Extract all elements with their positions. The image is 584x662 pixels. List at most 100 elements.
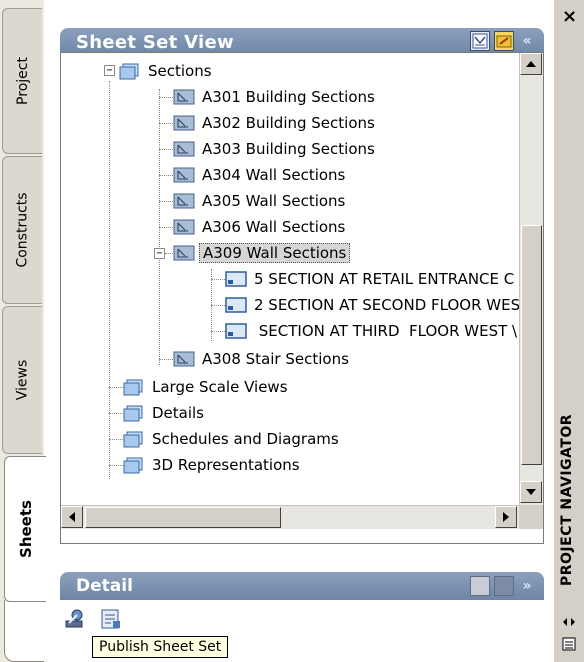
sheet-icon [173,193,195,209]
sections-expander[interactable]: − [104,65,115,76]
tree-node-label: A302 Building Sections [202,114,375,132]
detail-preview-toggle-icon[interactable] [494,576,514,596]
scroll-left-button[interactable] [61,506,83,528]
tree-node-group[interactable]: Large Scale Views [123,374,291,400]
tree-node-label: A303 Building Sections [202,140,375,158]
sheet-icon [173,219,195,235]
project-navigator-palette: Project Constructs Views Sheets Sheet Se… [0,0,584,662]
tree-node-sheet[interactable]: A308 Stair Sections [173,346,352,372]
tree-node-sheet[interactable]: A302 Building Sections [173,110,378,136]
scroll-right-button[interactable] [495,506,517,528]
publish-button[interactable] [60,604,90,634]
tree-node-label: Large Scale Views [152,378,288,396]
tree-node-label: A304 Wall Sections [202,166,346,184]
detail-view-toggle-icon[interactable] [470,576,490,596]
tree-node-label: A308 Stair Sections [202,350,349,368]
tree-connector [211,305,225,306]
arrow-up-icon [526,61,536,67]
tree-connector [109,465,123,466]
detail-header[interactable]: Detail » [60,572,544,600]
tree-node-view[interactable]: 5 SECTION AT RETAIL ENTRANCE C [225,266,517,292]
tree-node-label: A306 Wall Sections [202,218,346,236]
tree-node-label: A305 Wall Sections [202,192,346,210]
tree-node-view[interactable]: SECTION AT THIRD FLOOR WEST \ [225,318,519,344]
sheet-set-folder-icon [123,379,143,396]
sheet-icon [173,89,195,105]
sheet-tree-view[interactable]: − Sections A301 Building Sections A302 B… [60,52,544,544]
tree-node-group[interactable]: Details [123,400,207,426]
a309-expander[interactable]: − [154,248,165,259]
horizontal-scroll-thumb[interactable] [85,507,281,528]
tree-node-label: Schedules and Diagrams [152,430,339,448]
view-icon [225,271,247,287]
tree-node-sheet[interactable]: A306 Wall Sections [173,214,348,240]
arrow-right-icon [503,512,509,522]
tree-node-group[interactable]: Schedules and Diagrams [123,426,342,452]
tab-lower-fill [4,600,46,662]
tree-node-sheet[interactable]: A301 Building Sections [173,84,378,110]
tab-views-label: Views [14,359,31,401]
publish-settings-button[interactable] [96,604,126,634]
scroll-corner [519,505,543,529]
palette-title-bar[interactable]: × PROJECT NAVIGATOR [554,0,584,662]
tree-line-root [109,81,110,479]
tree-node-label: 2 SECTION AT SECOND FLOOR WES [254,296,519,314]
arrow-left-icon [69,512,75,522]
sheet-icon [173,115,195,131]
tree-connector [159,227,173,228]
properties-menu-icon[interactable] [561,636,577,652]
close-icon[interactable]: × [562,6,577,27]
sheet-set-toolbar [60,604,126,634]
tree-node-group[interactable]: 3D Representations [123,452,303,478]
tree-connector [109,439,123,440]
horizontal-scrollbar[interactable] [61,505,519,529]
tree-node-sheet-selected[interactable]: A309 Wall Sections [173,240,351,266]
sheet-icon [173,167,195,183]
tree-connector [159,175,173,176]
publish-tooltip: Publish Sheet Set [92,636,229,658]
palette-title: PROJECT NAVIGATOR [559,413,575,587]
tree-node-label: 5 SECTION AT RETAIL ENTRANCE C [254,270,515,288]
publish-settings-icon [101,609,120,629]
tree-connector [159,123,173,124]
view-icon [225,297,247,313]
sheet-icon [173,245,195,261]
tree-node-label: A301 Building Sections [202,88,375,106]
tab-constructs[interactable]: Constructs [2,156,42,304]
collapse-sheet-set-view-icon[interactable]: « [518,31,536,51]
scroll-down-button[interactable] [520,481,542,503]
vertical-scroll-thumb[interactable] [521,225,542,465]
collapse-detail-icon[interactable]: » [518,576,536,596]
sheet-icon [173,141,195,157]
tree-node-sections[interactable]: Sections [119,58,215,84]
tab-sheets[interactable]: Sheets [4,456,46,602]
tab-views[interactable]: Views [2,306,42,454]
main-panel: Sheet Set View « − Sections A301 Buildin… [44,0,554,662]
tree-connector [159,201,173,202]
tab-project[interactable]: Project [2,8,42,154]
sheet-set-folder-icon [123,405,143,422]
tree-connector [109,387,123,388]
sheet-set-view-title: Sheet Set View [76,31,234,53]
scroll-up-button[interactable] [520,53,542,75]
tab-constructs-label: Constructs [14,192,31,268]
sheet-set-properties-icon[interactable] [494,31,514,51]
vertical-scrollbar[interactable] [519,53,543,505]
tree-node-label: Sections [148,62,212,80]
sheet-set-folder-icon [123,431,143,448]
sheet-set-folder-icon [123,457,143,474]
tree-node-label: A309 Wall Sections [199,243,351,263]
sheet-set-folder-icon [119,63,139,80]
detail-title: Detail [76,576,133,596]
tree-connector [211,279,225,280]
sheet-icon [173,351,195,367]
tree-node-label: 3D Representations [152,456,300,474]
tree-node-sheet[interactable]: A303 Building Sections [173,136,378,162]
tree-node-label: SECTION AT THIRD FLOOR WEST \ [254,322,518,340]
tree-connector [159,149,173,150]
tree-node-view[interactable]: 2 SECTION AT SECOND FLOOR WES [225,292,519,318]
sheet-list-view-icon[interactable] [470,31,490,51]
tree-node-sheet[interactable]: A305 Wall Sections [173,188,348,214]
tree-node-sheet[interactable]: A304 Wall Sections [173,162,348,188]
auto-hide-icon[interactable] [561,614,577,630]
